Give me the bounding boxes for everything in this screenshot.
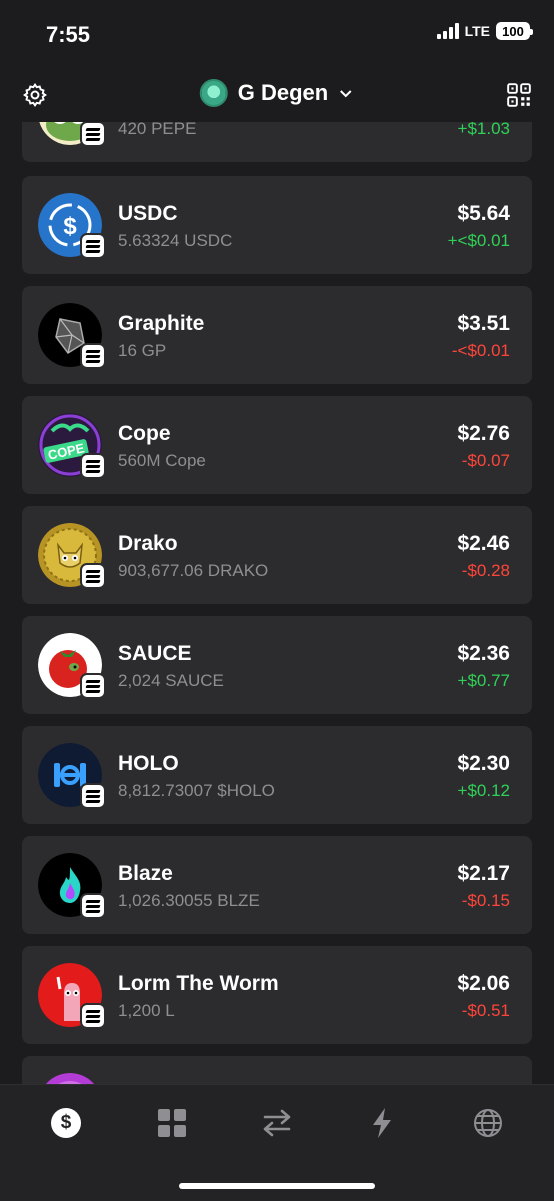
status-time: 7:55 [46,22,91,47]
solana-chain-icon [80,783,106,809]
lightning-icon [373,1108,391,1138]
solana-chain-icon [80,563,106,589]
network-type: LTE [464,23,490,39]
token-change: +$0.77 [457,671,510,690]
tab-tokens[interactable]: $ [46,1103,86,1143]
token-row-sauce[interactable]: SAUCE 2,024 SAUCE $2.36 +$0.77 [22,616,532,714]
token-value: $2.36 [457,642,510,665]
token-change: -$0.28 [461,561,510,580]
token-name: USDC [118,202,178,225]
token-name: Cope [118,422,171,445]
token-name: Graphite [118,312,205,335]
tab-swap[interactable] [257,1103,297,1143]
chevron-down-icon [340,90,352,98]
solana-chain-icon [80,673,106,699]
solana-chain-icon [80,1003,106,1029]
token-value: $5.64 [457,202,510,225]
token-row-pepe[interactable]: 420 PEPE +$1.03 [22,122,532,162]
home-indicator[interactable] [179,1183,375,1189]
token-amount: 903,677.06 DRAKO [118,561,269,580]
solana-chain-icon [80,122,106,147]
battery-icon: 100 [496,22,533,40]
tab-browser[interactable] [468,1103,508,1143]
token-change: -<$0.01 [451,341,510,360]
solana-chain-icon [80,453,106,479]
token-value: $2.17 [457,862,510,885]
token-amount: 16 GP [118,341,167,360]
token-value: $2.30 [457,752,510,775]
dollar-icon: $ [51,1108,81,1138]
status-bar: 7:55 LTE 100 [0,0,554,70]
token-row-holo[interactable]: HOLO 8,812.73007 $HOLO $2.30 +$0.12 [22,726,532,824]
token-row-usdc[interactable]: $ USDC 5.63324 USDC $5.64 +<$0.01 [22,176,532,274]
swap-arrows-icon [263,1109,291,1137]
grid-icon [158,1109,186,1137]
tab-activity[interactable] [362,1103,402,1143]
bottom-tab-bar: $ [0,1084,554,1201]
gear-icon[interactable] [22,82,48,108]
token-amount: 2,024 SAUCE [118,671,224,690]
token-change: +<$0.01 [447,231,510,250]
status-indicators: LTE 100 [436,22,533,40]
solana-chain-icon [80,233,106,259]
token-row-partial[interactable] [22,1056,532,1084]
token-amount: 420 PEPE [118,122,197,138]
svg-text:$: $ [63,213,77,240]
token-amount: 560M Cope [118,451,206,470]
token-value: $3.51 [457,312,510,335]
account-selector[interactable]: G Degen [199,79,354,107]
token-list[interactable]: 420 PEPE +$1.03 $ USDC 5.63324 USDC $5.6… [22,122,532,1084]
tab-collectibles[interactable] [152,1103,192,1143]
token-amount: 5.63324 USDC [118,231,233,250]
token-name: Drako [118,532,178,555]
token-change: -$0.15 [461,891,510,910]
token-amount: 1,026.30055 BLZE [118,891,260,910]
wallet-header: G Degen [0,70,554,122]
signal-icon [436,23,459,39]
token-amount: 1,200 L [118,1001,175,1020]
token-row-cope[interactable]: COPE Cope 560M Cope $2.76 -$0.07 [22,396,532,494]
token-name: HOLO [118,752,179,775]
token-value: $2.46 [457,532,510,555]
token-value: $2.06 [457,972,510,995]
account-avatar [199,79,228,107]
token-row-lorm[interactable]: Lorm The Worm 1,200 L $2.06 -$0.51 [22,946,532,1044]
battery-level: 100 [502,23,524,39]
token-change: -$0.51 [461,1001,510,1020]
globe-icon [474,1109,502,1137]
token-amount: 8,812.73007 $HOLO [118,781,275,800]
token-name: SAUCE [118,642,192,665]
token-name: Blaze [118,862,173,885]
token-name: Lorm The Worm [118,972,279,995]
partial-token-icon [38,1073,102,1084]
token-value: $2.76 [457,422,510,445]
qr-code-icon[interactable] [506,82,532,108]
token-row-blaze[interactable]: Blaze 1,026.30055 BLZE $2.17 -$0.15 [22,836,532,934]
solana-chain-icon [80,343,106,369]
token-change: -$0.07 [461,451,510,470]
solana-chain-icon [80,893,106,919]
token-change: +$0.12 [457,781,510,800]
account-name: G Degen [237,80,329,105]
token-row-graphite[interactable]: Graphite 16 GP $3.51 -<$0.01 [22,286,532,384]
token-row-drako[interactable]: Drako 903,677.06 DRAKO $2.46 -$0.28 [22,506,532,604]
token-change: +$1.03 [457,122,510,138]
